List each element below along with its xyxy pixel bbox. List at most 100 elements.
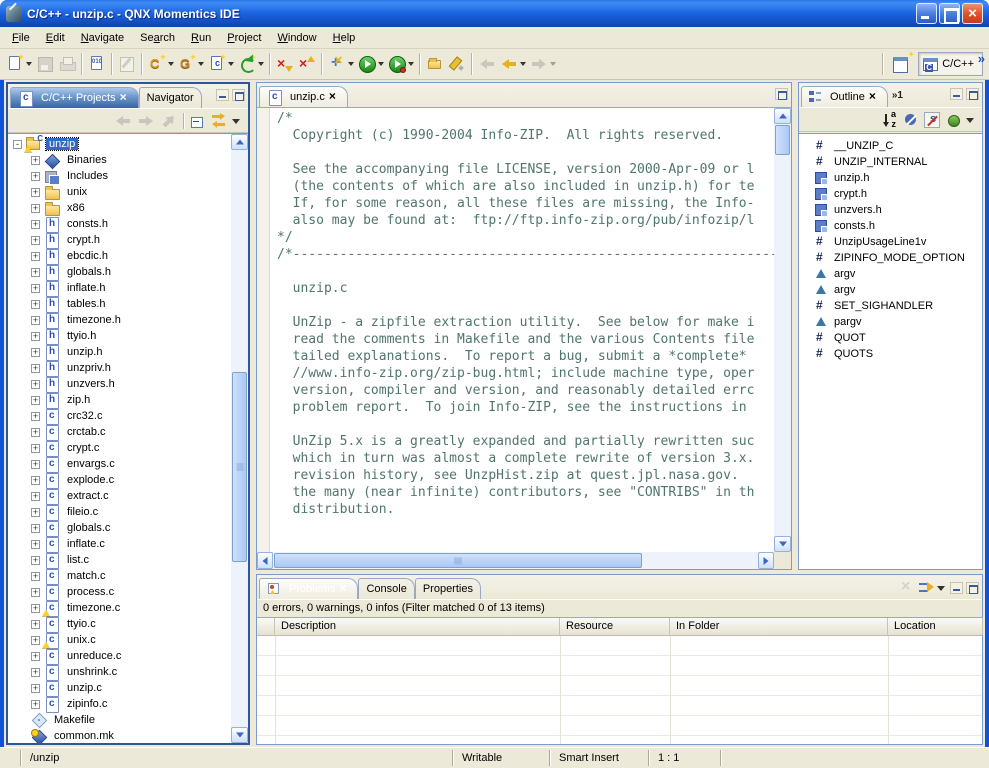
- close-icon[interactable]: [120, 92, 131, 104]
- back-button[interactable]: [498, 52, 528, 76]
- dropdown-arrow-icon[interactable]: [408, 62, 414, 66]
- view-menu-icon[interactable]: [966, 112, 976, 128]
- new-c-project-button[interactable]: C: [146, 52, 176, 76]
- outline-item[interactable]: UNZIP_INTERNAL: [799, 154, 982, 170]
- tree-item[interactable]: + Includes: [8, 168, 231, 184]
- hide-fields-icon[interactable]: [903, 112, 919, 128]
- outline-item[interactable]: QUOT: [799, 330, 982, 346]
- tree-expander[interactable]: +: [31, 460, 40, 469]
- tree-item[interactable]: + unix.c: [8, 632, 231, 648]
- outline-item[interactable]: ZIPINFO_MODE_OPTION: [799, 250, 982, 266]
- tree-item[interactable]: + unshrink.c: [8, 664, 231, 680]
- tree-expander[interactable]: +: [31, 636, 40, 645]
- hide-non-public-icon[interactable]: [945, 112, 961, 128]
- tree-item[interactable]: + ttyio.h: [8, 328, 231, 344]
- tree-item[interactable]: + fileio.c: [8, 504, 231, 520]
- outline-item[interactable]: consts.h: [799, 218, 982, 234]
- tree-item[interactable]: + timezone.c: [8, 600, 231, 616]
- tree-expander[interactable]: +: [31, 316, 40, 325]
- scroll-left-button[interactable]: [257, 552, 273, 569]
- open-resource-button[interactable]: [424, 52, 446, 76]
- profile-button[interactable]: [386, 52, 416, 76]
- tree-expander[interactable]: +: [31, 524, 40, 533]
- tree-item[interactable]: common.mk: [8, 728, 231, 743]
- tree-item[interactable]: + consts.h: [8, 216, 231, 232]
- new-c-file-button[interactable]: [206, 52, 236, 76]
- scroll-up-button[interactable]: [774, 108, 791, 124]
- tree-expander[interactable]: +: [31, 604, 40, 613]
- maximize-button[interactable]: [939, 3, 960, 24]
- tree-expander[interactable]: +: [31, 652, 40, 661]
- tree-item[interactable]: + Binaries: [8, 152, 231, 168]
- link-with-editor-icon[interactable]: [211, 113, 227, 129]
- menu-item[interactable]: Run: [183, 29, 219, 47]
- tree-item[interactable]: + inflate.c: [8, 536, 231, 552]
- outline-item[interactable]: unzvers.h: [799, 202, 982, 218]
- tree-vertical-scrollbar[interactable]: [231, 134, 248, 743]
- scroll-right-button[interactable]: [758, 552, 774, 569]
- tree-item[interactable]: + envargs.c: [8, 456, 231, 472]
- tree-expander[interactable]: +: [31, 188, 40, 197]
- tree-expander[interactable]: +: [31, 412, 40, 421]
- up-level-icon[interactable]: [156, 108, 181, 133]
- exclude-from-build-button[interactable]: [274, 52, 296, 76]
- tree-item[interactable]: + unreduce.c: [8, 648, 231, 664]
- tree-expander[interactable]: +: [31, 572, 40, 581]
- tree-item[interactable]: + unzvers.h: [8, 376, 231, 392]
- tree-expander[interactable]: +: [31, 492, 40, 501]
- outline-item[interactable]: unzip.h: [799, 170, 982, 186]
- toggle-mark-occurrences-button[interactable]: [446, 52, 468, 76]
- external-tools-button[interactable]: [326, 52, 356, 76]
- tree-expander[interactable]: +: [31, 284, 40, 293]
- tree-expander[interactable]: +: [31, 540, 40, 549]
- tree-expander[interactable]: +: [31, 620, 40, 629]
- maximize-view-icon[interactable]: [966, 88, 979, 100]
- menu-item[interactable]: Navigate: [73, 29, 132, 47]
- tree-item[interactable]: + unzip.h: [8, 344, 231, 360]
- tree-expander[interactable]: +: [31, 588, 40, 597]
- tree-item[interactable]: + extract.c: [8, 488, 231, 504]
- collapse-all-icon[interactable]: [190, 113, 206, 129]
- maximize-view-icon[interactable]: [966, 582, 979, 594]
- tree-expander[interactable]: +: [31, 364, 40, 373]
- editor-tab-unzip-c[interactable]: unzip.c: [259, 86, 348, 107]
- new-wizard-button[interactable]: [4, 52, 34, 76]
- scrollbar-thumb[interactable]: [274, 553, 642, 568]
- binary-parser-button[interactable]: [86, 52, 108, 76]
- titlebar[interactable]: C/C++ - unzip.c - QNX Momentics IDE: [0, 0, 989, 27]
- tree-item[interactable]: + process.c: [8, 584, 231, 600]
- tree-item[interactable]: + zipinfo.c: [8, 696, 231, 712]
- outline-item[interactable]: crypt.h: [799, 186, 982, 202]
- dropdown-arrow-icon[interactable]: [378, 62, 384, 66]
- new-cpp-project-button[interactable]: G: [176, 52, 206, 76]
- tree-expander[interactable]: +: [31, 700, 40, 709]
- tree-item[interactable]: + crctab.c: [8, 424, 231, 440]
- dropdown-arrow-icon[interactable]: [26, 62, 32, 66]
- dropdown-arrow-icon[interactable]: [228, 62, 234, 66]
- menu-item[interactable]: Search: [132, 29, 183, 47]
- menu-item[interactable]: Help: [325, 29, 364, 47]
- tree-expander[interactable]: -: [13, 140, 22, 149]
- sort-icon[interactable]: [882, 112, 898, 128]
- view-menu-icon[interactable]: [937, 580, 947, 596]
- outline-item[interactable]: UnzipUsageLine1v: [799, 234, 982, 250]
- outline-item[interactable]: pargv: [799, 314, 982, 330]
- minimize-button[interactable]: [916, 3, 937, 24]
- tree-item[interactable]: + crc32.c: [8, 408, 231, 424]
- tree-item[interactable]: + crypt.c: [8, 440, 231, 456]
- maximize-view-icon[interactable]: [232, 89, 245, 101]
- forward-button[interactable]: [528, 52, 558, 76]
- tree-item[interactable]: - unzip: [8, 136, 231, 152]
- problems-table-rows[interactable]: [257, 636, 982, 744]
- hidden-views-chevron[interactable]: »1: [892, 90, 903, 101]
- tree-expander[interactable]: +: [31, 252, 40, 261]
- dropdown-arrow-icon[interactable]: [198, 62, 204, 66]
- scrollbar-thumb[interactable]: [775, 125, 790, 155]
- scroll-up-button[interactable]: [231, 134, 248, 150]
- tree-expander[interactable]: +: [31, 668, 40, 677]
- build-button[interactable]: [236, 52, 266, 76]
- dropdown-arrow-icon[interactable]: [258, 62, 264, 66]
- tree-expander[interactable]: +: [31, 476, 40, 485]
- view-tab[interactable]: Properties: [415, 578, 481, 599]
- tree-expander[interactable]: +: [31, 556, 40, 565]
